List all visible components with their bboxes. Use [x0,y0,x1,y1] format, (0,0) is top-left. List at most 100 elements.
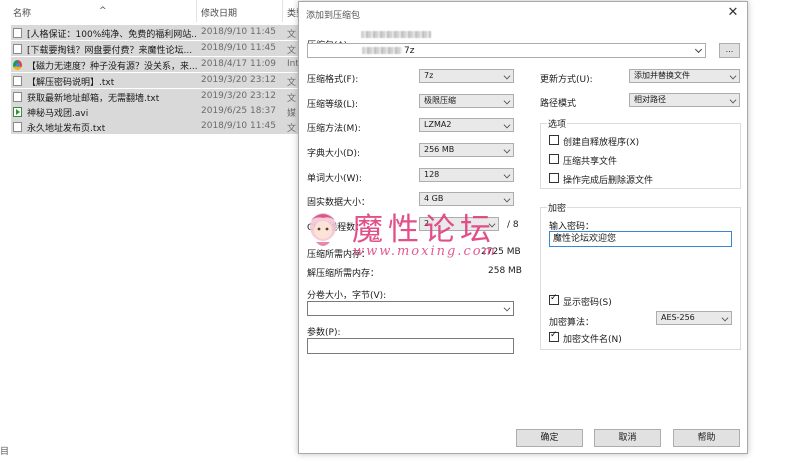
file-name: [下载要掏钱？网盘要付费？来魔性论坛... [27,46,193,56]
path-mode-select[interactable]: 相对路径 [629,93,740,107]
blurred-path-text [362,47,402,54]
ok-button[interactable]: 确定 [516,429,583,447]
sfx-checkbox[interactable] [549,135,559,145]
method-label: 压缩方法(M): [307,124,361,134]
column-header-date[interactable]: 修改日期 [201,6,237,19]
path-mode-label: 路径模式 [540,99,577,109]
browse-button[interactable]: ... [719,43,740,58]
file-name: [人格保证：100%纯净、免费的福利网站... [27,30,197,40]
watermark-title: 魔性论坛 [352,212,496,248]
decompress-memory-label: 解压缩所需内存： [307,269,380,279]
word-size-label: 单词大小(W): [307,174,362,184]
sort-ascending-icon: ^ [99,6,107,16]
method-value: LZMA2 [424,120,452,129]
file-row[interactable]: 【磁力无速度？种子没有源？没关系，来... 2018/4/17 11:09 In… [11,57,301,72]
chevron-down-icon [503,97,511,105]
split-size-combo[interactable] [307,301,514,316]
status-bar-icon: 目 [0,447,10,457]
file-type: 文 [287,124,297,134]
encryption-method-value: AES-256 [661,313,695,322]
file-name: 【解压密码说明】.txt [27,78,115,88]
chevron-down-icon [503,195,511,203]
show-password-label[interactable]: 显示密码(S) [563,295,612,308]
params-label: 参数(P): [307,328,341,338]
file-name: 【磁力无速度？种子没有源？没关系，来... [27,62,197,72]
show-password-checkbox[interactable] [549,293,559,305]
password-input[interactable]: 魔性论坛欢迎您 [549,231,732,247]
file-row[interactable]: 【解压密码说明】.txt 2019/3/20 23:12 文 [11,73,301,88]
update-mode-select[interactable]: 添加并替换文件 [629,69,740,83]
file-name: 神秘马戏团.avi [27,109,89,119]
encrypt-names-label[interactable]: 加密文件名(N) [563,332,622,345]
chevron-down-icon [503,72,511,80]
text-file-icon [13,92,22,102]
encryption-group-title: 加密 [547,201,568,214]
chevron-down-icon [503,304,511,312]
file-date: 2018/4/17 11:09 [201,59,276,69]
decompress-memory-value: 258 MB [488,266,522,276]
file-row[interactable]: [人格保证：100%纯净、免费的福利网站... 2018/9/10 11:45 … [11,25,301,40]
method-select[interactable]: LZMA2 [419,118,514,132]
file-date: 2019/6/25 18:37 [201,106,276,116]
encryption-method-label: 加密算法： [549,318,595,328]
chevron-down-icon [694,45,703,54]
archive-path-value: 7z [404,46,415,56]
video-file-icon [13,107,22,117]
dict-size-select[interactable]: 256 MB [419,143,514,157]
archive-path-combo[interactable]: 7z [307,43,706,58]
file-row[interactable]: 神秘马戏团.avi 2019/6/25 18:37 媒 [11,104,301,119]
cpu-threads-max: / 8 [507,220,519,230]
column-header-name[interactable]: 名称 [13,6,31,19]
text-file-icon [13,44,22,54]
chevron-down-icon [729,72,737,80]
dialog-title: 添加到压缩包 [306,11,361,21]
text-file-icon [13,28,22,38]
update-mode-label: 更新方式(U): [540,75,593,85]
level-select[interactable]: 极限压缩 [419,94,514,108]
format-label: 压缩格式(F): [307,75,359,85]
file-type: 文 [287,78,297,88]
format-select[interactable]: 7z [419,69,514,83]
sfx-checkbox-label[interactable]: 创建自释放程序(X) [563,135,639,148]
format-value: 7z [424,71,434,80]
file-name: 永久地址发布页.txt [27,124,106,134]
file-name: 获取最新地址邮箱，无需翻墙.txt [27,94,160,104]
dialog-titlebar[interactable]: 添加到压缩包 ✕ [299,2,747,24]
shared-files-checkbox-label[interactable]: 压缩共享文件 [563,154,617,167]
word-size-value: 128 [424,170,440,179]
file-row[interactable]: 获取最新地址邮箱，无需翻墙.txt 2019/3/20 23:12 文 [11,89,301,104]
level-value: 极限压缩 [424,96,456,105]
file-type: 文 [287,94,297,104]
text-file-icon [13,122,22,132]
chevron-down-icon [503,146,511,154]
word-size-select[interactable]: 128 [419,168,514,182]
watermark-logo [310,213,336,246]
file-row[interactable]: 永久地址发布页.txt 2018/9/10 11:45 文 [11,119,301,134]
delete-after-checkbox-label[interactable]: 操作完成后删除源文件 [563,173,653,186]
shared-files-checkbox[interactable] [549,154,559,164]
chevron-down-icon [729,96,737,104]
help-button[interactable]: 帮助 [673,429,740,447]
chevron-down-icon [721,314,729,322]
file-row[interactable]: [下载要掏钱？网盘要付费？来魔性论坛... 2018/9/10 11:45 文 [11,41,301,56]
solid-size-value: 4 GB [424,194,444,203]
close-icon[interactable]: ✕ [719,2,747,24]
params-input[interactable] [307,338,514,354]
dict-size-value: 256 MB [424,145,455,154]
column-divider[interactable] [196,0,197,22]
encryption-method-select[interactable]: AES-256 [656,311,732,325]
level-label: 压缩等级(L): [307,100,359,110]
split-size-label: 分卷大小，字节(V): [307,291,387,301]
file-type: 文 [287,46,297,56]
dict-size-label: 字典大小(D): [307,149,360,159]
chrome-icon [13,60,22,70]
column-divider[interactable] [282,0,283,22]
chevron-down-icon [503,171,511,179]
file-type: 媒 [287,109,297,119]
encrypt-names-checkbox[interactable] [549,330,559,342]
cancel-button[interactable]: 取消 [594,429,661,447]
file-date: 2018/9/10 11:45 [201,121,276,131]
options-group-title: 选项 [547,117,568,130]
delete-after-checkbox[interactable] [549,173,559,183]
blurred-path-text [361,31,431,38]
